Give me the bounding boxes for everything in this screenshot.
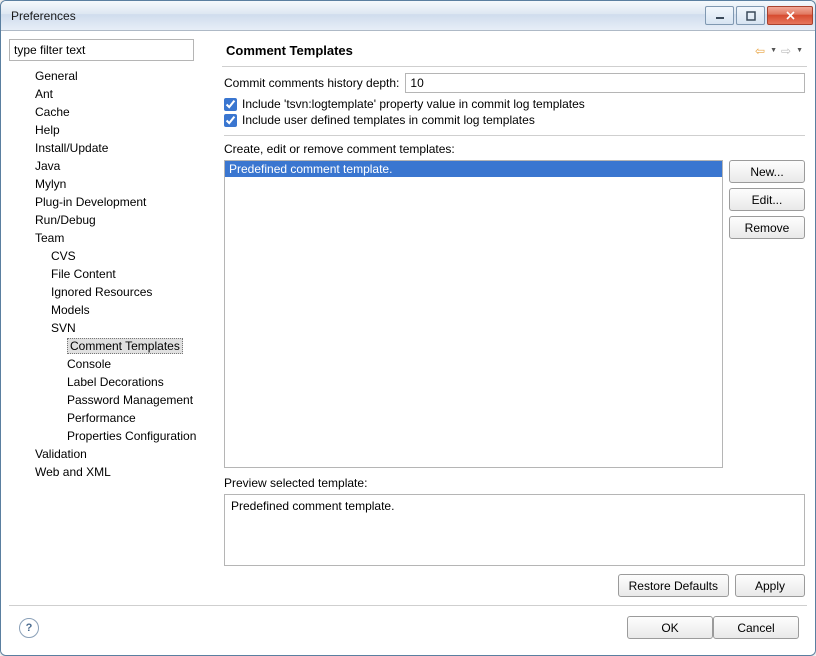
templates-listbox[interactable]: Predefined comment template. xyxy=(224,160,723,468)
templates-button-column: New... Edit... Remove xyxy=(729,160,805,468)
tree-item[interactable]: Help xyxy=(13,121,219,139)
forward-menu-icon[interactable]: ▼ xyxy=(796,47,803,54)
templates-area: Predefined comment template. New... Edit… xyxy=(224,160,805,468)
remove-button[interactable]: Remove xyxy=(729,216,805,239)
tree-item[interactable]: Plug-in Development xyxy=(13,193,219,211)
cancel-button[interactable]: Cancel xyxy=(713,616,799,639)
tree-item[interactable]: File Content xyxy=(13,265,219,283)
tree-item[interactable]: Cache xyxy=(13,103,219,121)
user-templates-checkbox-label: Include user defined templates in commit… xyxy=(242,113,535,127)
forward-icon[interactable]: ⇨ xyxy=(781,44,791,58)
tsvn-checkbox-label: Include 'tsvn:logtemplate' property valu… xyxy=(242,97,585,111)
tree-item[interactable]: CVS xyxy=(13,247,219,265)
templates-label: Create, edit or remove comment templates… xyxy=(224,142,805,156)
tree-item[interactable]: Performance xyxy=(13,409,219,427)
user-templates-checkbox-row: Include user defined templates in commit… xyxy=(224,113,805,127)
tree-item[interactable]: Ant xyxy=(13,85,219,103)
tree-item[interactable]: Password Management xyxy=(13,391,219,409)
window-title: Preferences xyxy=(11,9,703,23)
tree-item[interactable]: Comment Templates xyxy=(13,337,219,355)
preferences-tree[interactable]: GeneralAntCacheHelpInstall/UpdateJavaMyl… xyxy=(9,67,219,597)
page-header: Comment Templates ⇦ ▼ ⇨ ▼ xyxy=(222,39,807,67)
help-icon[interactable]: ? xyxy=(19,618,39,638)
page-title: Comment Templates xyxy=(226,43,755,58)
preview-text: Predefined comment template. xyxy=(231,499,394,513)
tree-item[interactable]: Web and XML xyxy=(13,463,219,481)
preview-section: Preview selected template: Predefined co… xyxy=(224,474,805,566)
history-row: Commit comments history depth: xyxy=(224,73,805,93)
minimize-button[interactable] xyxy=(705,6,734,25)
dialog-body: GeneralAntCacheHelpInstall/UpdateJavaMyl… xyxy=(1,31,815,655)
close-button[interactable] xyxy=(767,6,813,25)
new-button[interactable]: New... xyxy=(729,160,805,183)
tree-item[interactable]: Install/Update xyxy=(13,139,219,157)
tree-item[interactable]: Validation xyxy=(13,445,219,463)
footer: ? OK Cancel xyxy=(9,606,807,647)
user-templates-checkbox[interactable] xyxy=(224,114,237,127)
preferences-window: Preferences GeneralAntCacheHelpInstall/U… xyxy=(0,0,816,656)
filter-input[interactable] xyxy=(9,39,194,61)
history-depth-input[interactable] xyxy=(405,73,805,93)
tree-item[interactable]: Label Decorations xyxy=(13,373,219,391)
back-menu-icon[interactable]: ▼ xyxy=(770,47,777,54)
tree-item[interactable]: SVN xyxy=(13,319,219,337)
tsvn-checkbox[interactable] xyxy=(224,98,237,111)
tree-item[interactable]: Java xyxy=(13,157,219,175)
split-pane: GeneralAntCacheHelpInstall/UpdateJavaMyl… xyxy=(9,39,807,597)
tree-item[interactable]: General xyxy=(13,67,219,85)
titlebar: Preferences xyxy=(1,1,815,31)
tree-item[interactable]: Console xyxy=(13,355,219,373)
ok-button[interactable]: OK xyxy=(627,616,713,639)
left-pane: GeneralAntCacheHelpInstall/UpdateJavaMyl… xyxy=(9,39,219,597)
nav-icons: ⇦ ▼ ⇨ ▼ xyxy=(755,44,807,58)
right-pane: Comment Templates ⇦ ▼ ⇨ ▼ Commit comments … xyxy=(222,39,807,597)
preview-box: Predefined comment template. xyxy=(224,494,805,566)
tree-item[interactable]: Team xyxy=(13,229,219,247)
tree-item[interactable]: Models xyxy=(13,301,219,319)
apply-button[interactable]: Apply xyxy=(735,574,805,597)
page-content: Commit comments history depth: Include '… xyxy=(222,67,807,597)
tree-item[interactable]: Ignored Resources xyxy=(13,283,219,301)
edit-button[interactable]: Edit... xyxy=(729,188,805,211)
restore-defaults-button[interactable]: Restore Defaults xyxy=(618,574,729,597)
preview-label: Preview selected template: xyxy=(224,476,805,490)
maximize-button[interactable] xyxy=(736,6,765,25)
tree-item[interactable]: Run/Debug xyxy=(13,211,219,229)
tree-item[interactable]: Mylyn xyxy=(13,175,219,193)
tree-item[interactable]: Properties Configuration xyxy=(13,427,219,445)
back-icon[interactable]: ⇦ xyxy=(755,44,765,58)
window-buttons xyxy=(703,6,813,25)
page-buttons: Restore Defaults Apply xyxy=(224,574,805,597)
separator xyxy=(224,135,805,136)
tsvn-checkbox-row: Include 'tsvn:logtemplate' property valu… xyxy=(224,97,805,111)
list-item[interactable]: Predefined comment template. xyxy=(225,161,722,177)
history-label: Commit comments history depth: xyxy=(224,76,399,90)
